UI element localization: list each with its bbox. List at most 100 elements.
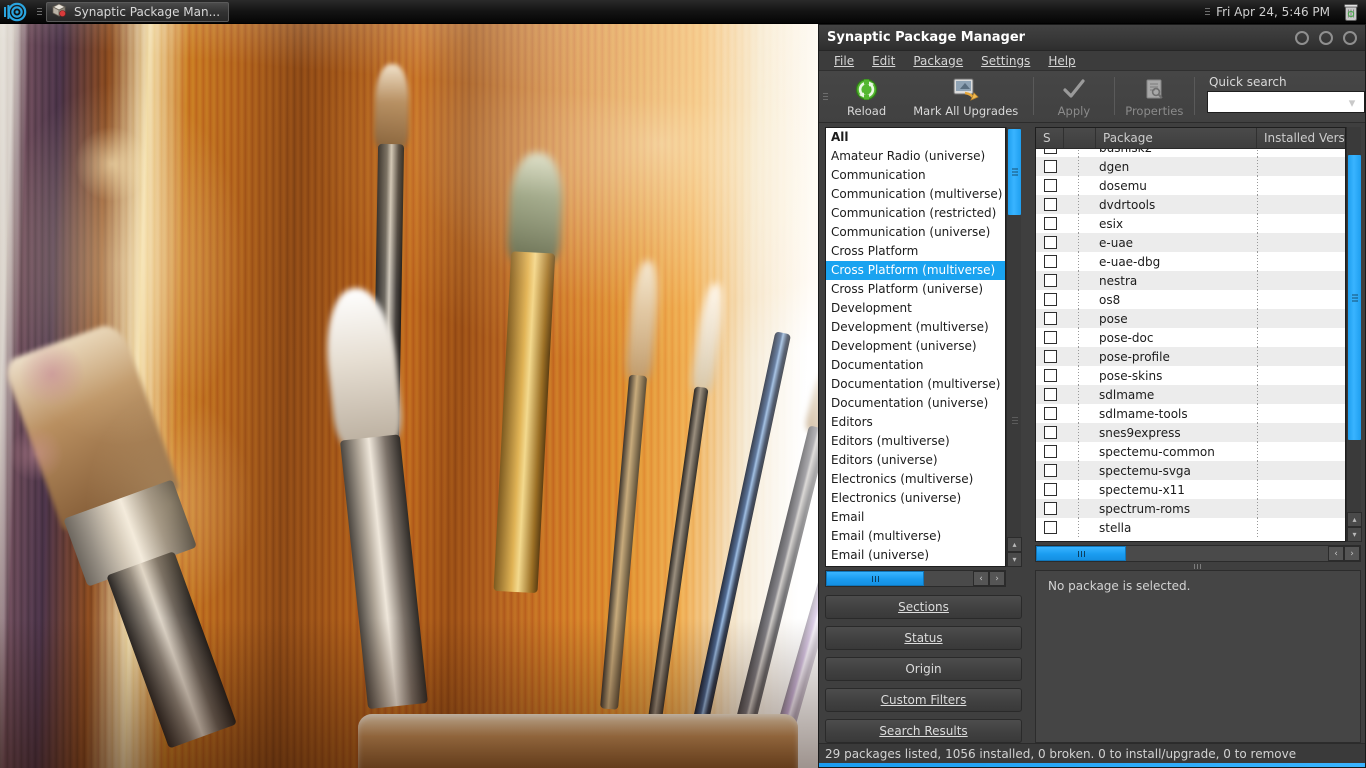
table-row[interactable]: spectemu-x11 (1036, 480, 1345, 499)
clock-applet[interactable]: Fri Apr 24, 5:46 PM (1212, 5, 1340, 19)
category-item[interactable]: Development (multiverse) (826, 318, 1005, 337)
table-row[interactable]: pose-skins (1036, 366, 1345, 385)
category-item[interactable]: Editors (826, 413, 1005, 432)
pane-splitter-handle[interactable] (1035, 562, 1361, 570)
category-item[interactable]: Cross Platform (multiverse) (826, 261, 1005, 280)
package-checkbox[interactable] (1044, 521, 1057, 534)
ubuntu-logo-icon[interactable] (0, 0, 34, 24)
table-row[interactable]: sdlmame (1036, 385, 1345, 404)
clock-applet-handle[interactable] (1202, 0, 1212, 24)
package-checkbox[interactable] (1044, 445, 1057, 458)
menu-settings[interactable]: Settings (972, 52, 1039, 70)
category-item[interactable]: Documentation (multiverse) (826, 375, 1005, 394)
category-item[interactable]: Cross Platform (universe) (826, 280, 1005, 299)
package-checkbox[interactable] (1044, 160, 1057, 173)
package-hscroll-thumb[interactable] (1036, 546, 1126, 561)
toolbar-handle[interactable] (819, 71, 831, 123)
custom-filters-button[interactable]: Custom Filters (825, 688, 1022, 712)
package-checkbox[interactable] (1044, 426, 1057, 439)
category-item[interactable]: Email (826, 508, 1005, 527)
package-checkbox[interactable] (1044, 217, 1057, 230)
column-header-installed-version[interactable]: Installed Versi (1257, 128, 1345, 148)
table-row[interactable]: dosemu (1036, 176, 1345, 195)
table-row[interactable]: dvdrtools (1036, 195, 1345, 214)
table-row[interactable]: sdlmame-tools (1036, 404, 1345, 423)
panel-handle[interactable] (34, 0, 44, 24)
category-item[interactable]: Email (multiverse) (826, 527, 1005, 546)
chevron-down-icon[interactable]: ▾ (1341, 93, 1363, 113)
column-header-status[interactable]: S (1036, 128, 1064, 148)
package-checkbox[interactable] (1044, 407, 1057, 420)
table-row[interactable]: nestra (1036, 271, 1345, 290)
taskbar-window-button[interactable]: Synaptic Package Man... (46, 1, 230, 22)
table-row[interactable]: spectemu-common (1036, 442, 1345, 461)
package-checkbox[interactable] (1044, 236, 1057, 249)
package-checkbox[interactable] (1044, 312, 1057, 325)
category-vertical-scrollbar[interactable]: ▴ ▾ (1006, 127, 1022, 567)
category-item[interactable]: Editors (multiverse) (826, 432, 1005, 451)
category-item[interactable]: Email (universe) (826, 546, 1005, 565)
category-item[interactable]: Communication (universe) (826, 223, 1005, 242)
package-checkbox[interactable] (1044, 369, 1057, 382)
package-checkbox[interactable] (1044, 149, 1057, 154)
trash-icon[interactable] (1340, 0, 1362, 24)
search-results-button[interactable]: Search Results (825, 719, 1022, 743)
package-checkbox[interactable] (1044, 388, 1057, 401)
package-scroll-down-button[interactable]: ▾ (1347, 527, 1362, 542)
package-checkbox[interactable] (1044, 274, 1057, 287)
package-horizontal-scrollbar[interactable]: ‹ › (1035, 545, 1361, 562)
package-scroll-up-button[interactable]: ▴ (1347, 512, 1362, 527)
table-row[interactable]: esix (1036, 214, 1345, 233)
package-checkbox[interactable] (1044, 255, 1057, 268)
category-item[interactable]: All (826, 128, 1005, 147)
package-hscroll-right-button[interactable]: › (1344, 546, 1360, 561)
package-checkbox[interactable] (1044, 483, 1057, 496)
package-checkbox[interactable] (1044, 502, 1057, 515)
close-button[interactable] (1343, 30, 1357, 45)
table-row[interactable]: spectemu-svga (1036, 461, 1345, 480)
table-row[interactable]: os8 (1036, 290, 1345, 309)
package-checkbox[interactable] (1044, 350, 1057, 363)
package-checkbox[interactable] (1044, 331, 1057, 344)
menu-package[interactable]: Package (904, 52, 972, 70)
origin-button[interactable]: Origin (825, 657, 1022, 681)
category-item[interactable]: Documentation (826, 356, 1005, 375)
maximize-button[interactable] (1319, 30, 1333, 45)
menu-help[interactable]: Help (1039, 52, 1084, 70)
category-item[interactable]: Cross Platform (826, 242, 1005, 261)
package-checkbox[interactable] (1044, 293, 1057, 306)
category-hscroll-thumb[interactable] (826, 571, 924, 586)
category-list[interactable]: All Amateur Radio (universe) Communication… (825, 127, 1006, 567)
category-item[interactable]: Editors (universe) (826, 451, 1005, 470)
table-row[interactable]: e-uae (1036, 233, 1345, 252)
table-row[interactable]: stella (1036, 518, 1345, 537)
table-row[interactable]: pose-doc (1036, 328, 1345, 347)
minimize-button[interactable] (1295, 30, 1309, 45)
category-scroll-down-button[interactable]: ▾ (1007, 552, 1022, 567)
package-checkbox[interactable] (1044, 179, 1057, 192)
category-horizontal-scrollbar[interactable]: ‹ › (825, 570, 1006, 587)
menu-file[interactable]: File (825, 52, 863, 70)
category-item[interactable]: Documentation (universe) (826, 394, 1005, 413)
category-item[interactable]: Development (universe) (826, 337, 1005, 356)
category-hscroll-left-button[interactable]: ‹ (973, 571, 989, 586)
category-item[interactable]: Electronics (multiverse) (826, 470, 1005, 489)
package-scroll-thumb[interactable] (1348, 155, 1361, 440)
category-item[interactable]: Development (826, 299, 1005, 318)
table-row[interactable]: pose (1036, 309, 1345, 328)
category-item[interactable]: Communication (multiverse) (826, 185, 1005, 204)
status-button[interactable]: Status (825, 626, 1022, 650)
package-hscroll-left-button[interactable]: ‹ (1328, 546, 1344, 561)
column-header-package[interactable]: Package (1096, 128, 1257, 148)
sections-button[interactable]: Sections (825, 595, 1022, 619)
table-row[interactable]: bushisk2 (1036, 149, 1345, 157)
table-row[interactable]: spectrum-roms (1036, 499, 1345, 518)
table-row[interactable]: e-uae-dbg (1036, 252, 1345, 271)
category-item[interactable]: Communication (826, 166, 1005, 185)
category-scroll-thumb[interactable] (1008, 129, 1021, 215)
category-hscroll-right-button[interactable]: › (989, 571, 1005, 586)
category-scroll-up-button[interactable]: ▴ (1007, 537, 1022, 552)
window-titlebar[interactable]: Synaptic Package Manager (819, 25, 1365, 51)
category-item[interactable]: Electronics (universe) (826, 489, 1005, 508)
reload-button[interactable]: Reload (831, 71, 902, 118)
